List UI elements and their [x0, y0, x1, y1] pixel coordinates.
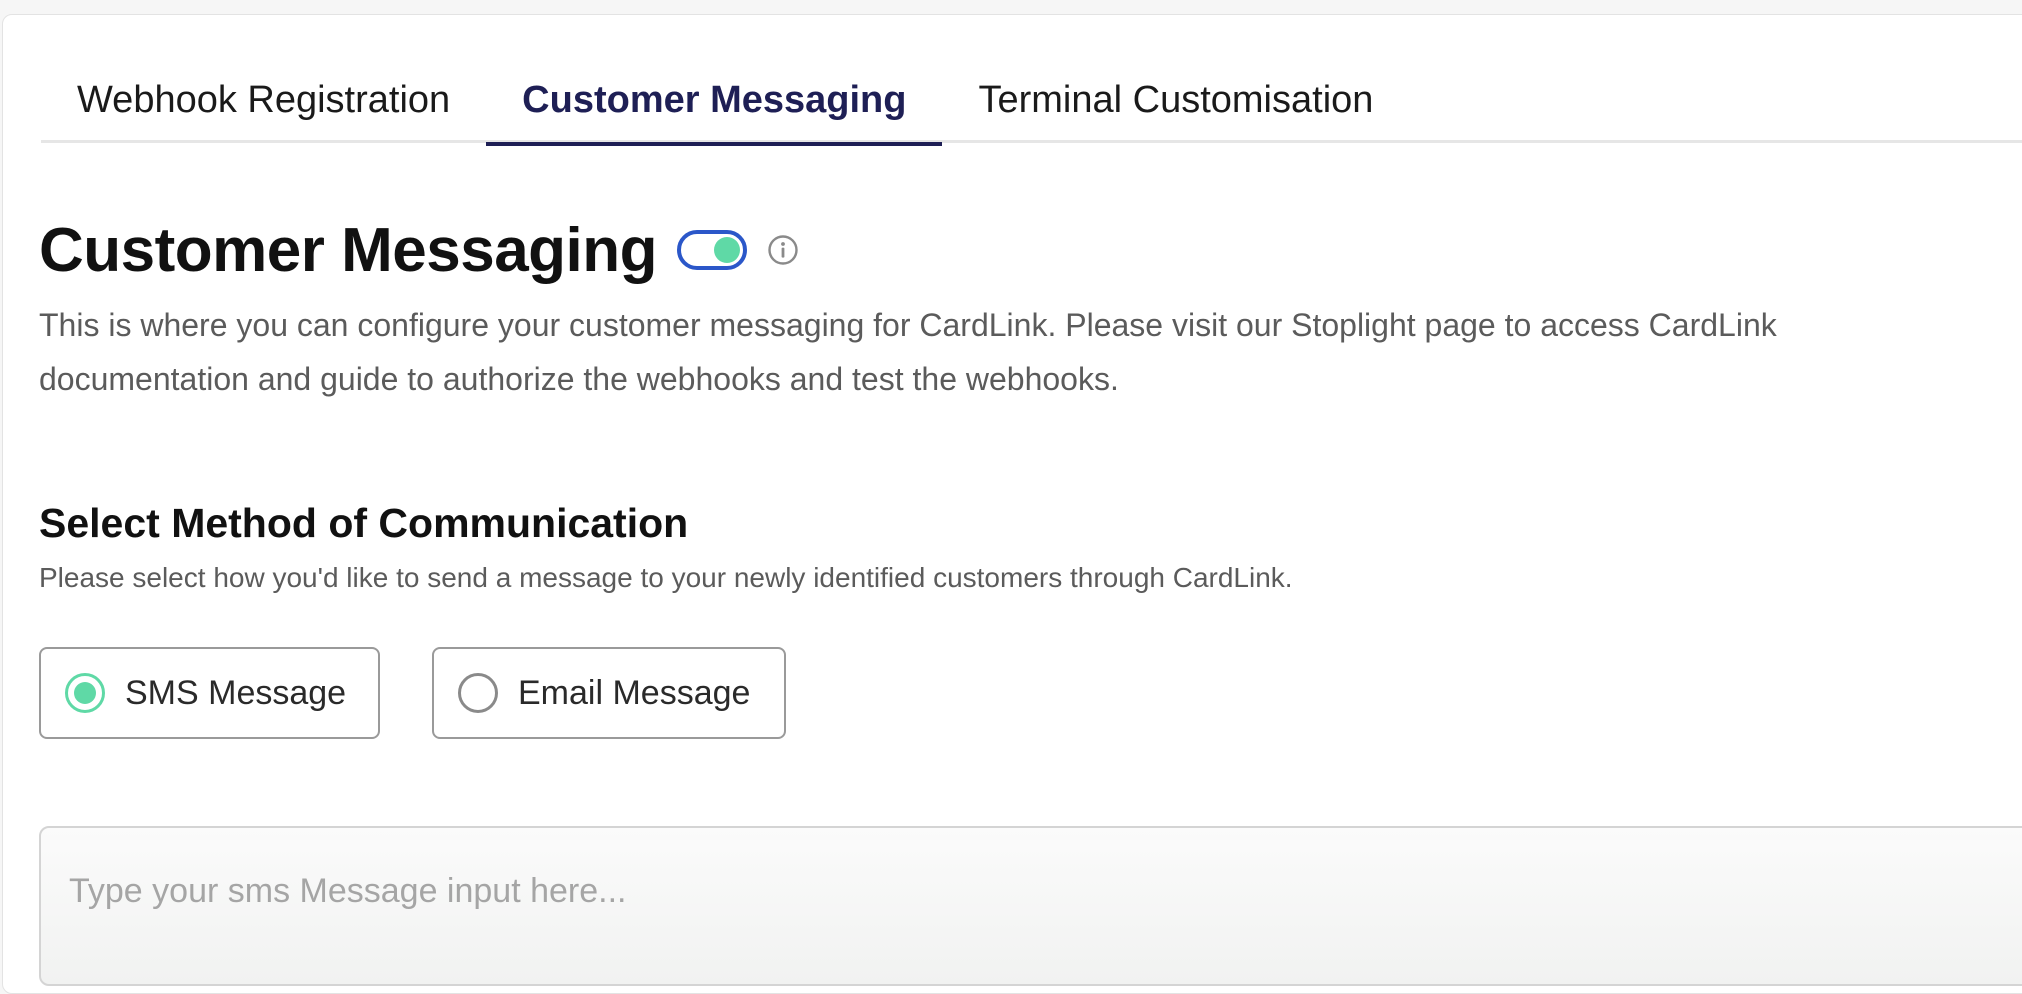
info-icon[interactable]: [767, 234, 799, 266]
tab-customer-messaging[interactable]: Customer Messaging: [486, 57, 943, 146]
sms-message-option[interactable]: SMS Message: [39, 647, 380, 739]
tab-terminal-customisation[interactable]: Terminal Customisation: [942, 57, 1409, 143]
sms-option-label: SMS Message: [125, 673, 347, 712]
radio-selected-dot: [74, 682, 96, 704]
customer-messaging-toggle[interactable]: [677, 230, 748, 270]
sms-message-input[interactable]: [39, 826, 2022, 986]
tab-bar: Webhook Registration Customer Messaging …: [41, 57, 2022, 146]
communication-section-title: Select Method of Communication: [39, 500, 689, 546]
toggle-knob: [714, 237, 741, 263]
communication-section-description: Please select how you'd like to send a m…: [39, 562, 1293, 593]
email-option-label: Email Message: [518, 673, 751, 712]
tab-webhook-registration[interactable]: Webhook Registration: [41, 57, 486, 143]
page-title: Customer Messaging: [39, 215, 658, 285]
email-message-option[interactable]: Email Message: [432, 647, 786, 739]
page-header: Customer Messaging: [39, 210, 799, 290]
page-description: This is where you can configure your cus…: [39, 307, 1777, 397]
email-radio[interactable]: [458, 673, 498, 713]
sms-radio[interactable]: [65, 673, 105, 713]
